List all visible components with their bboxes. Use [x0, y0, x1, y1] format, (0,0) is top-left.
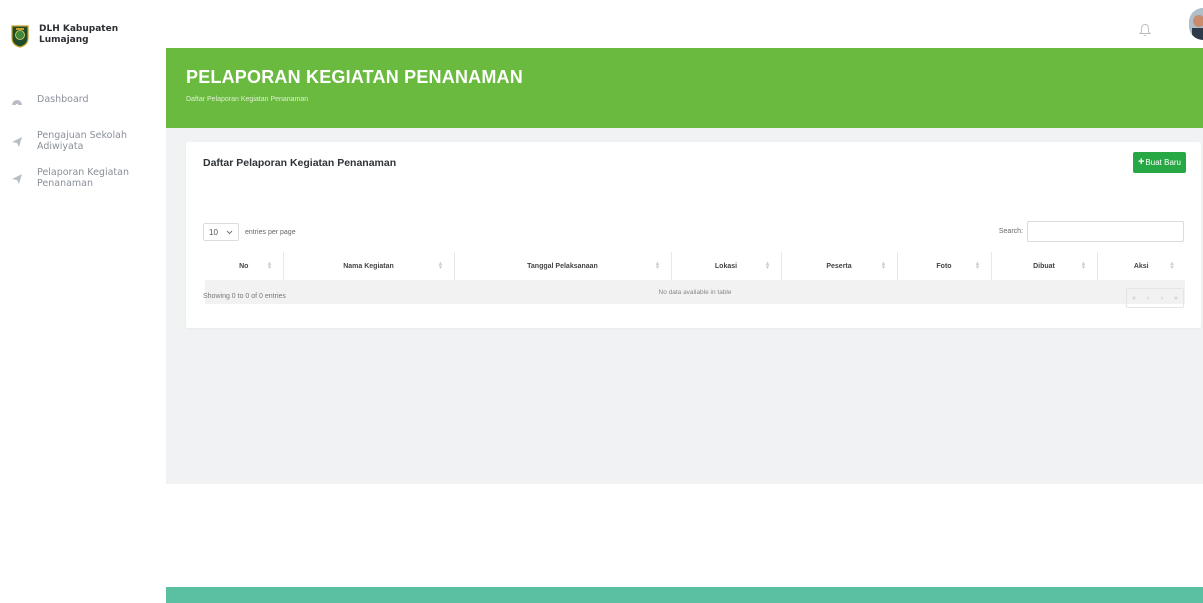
topbar: [166, 0, 1203, 48]
empty-table-message: No data available in table: [205, 280, 1185, 304]
sidebar-item-label: Pelaporan Kegiatan Penanaman: [37, 167, 129, 189]
page-length-select[interactable]: 10: [203, 223, 239, 241]
page-length-control: 10 entries per page: [203, 223, 296, 241]
bell-icon[interactable]: [1139, 23, 1151, 37]
sort-icon: ▲ ▼: [974, 261, 981, 271]
column-header-no[interactable]: No ▲ ▼: [205, 252, 284, 280]
search-input[interactable]: [1027, 221, 1184, 242]
plus-icon: +: [1137, 156, 1145, 168]
user-avatar[interactable]: [1189, 8, 1203, 40]
column-header-peserta[interactable]: Peserta ▲ ▼: [781, 252, 898, 280]
sort-icon: ▲ ▼: [437, 261, 444, 271]
sort-icon: ▲ ▼: [266, 261, 273, 271]
report-card: Daftar Pelaporan Kegiatan Penanaman +Bua…: [186, 142, 1201, 328]
first-page-button[interactable]: «: [1127, 289, 1141, 307]
page-length-value: 10: [209, 227, 218, 237]
send-icon: [12, 174, 22, 184]
table-search: Search:: [999, 221, 1184, 242]
breadcrumb: Daftar Pelaporan Kegiatan Penanaman: [186, 96, 309, 103]
sort-icon: ▲ ▼: [764, 261, 771, 271]
pagination: « ‹ › »: [1126, 288, 1184, 308]
brand-name: DLH Kabupaten Lumajang: [39, 24, 119, 45]
previous-page-button[interactable]: ‹: [1141, 289, 1155, 307]
chevron-down-icon: [226, 230, 233, 234]
table-header-row: No ▲ ▼ Nama Kegiatan ▲ ▼ Tanggal Pelaksanaan…: [205, 252, 1185, 280]
column-header-nama-kegiatan[interactable]: Nama Kegiatan ▲ ▼: [283, 252, 455, 280]
table-row: No data available in table: [205, 280, 1185, 304]
sidebar-item-label: Dashboard: [37, 94, 89, 105]
sort-icon: ▲ ▼: [1169, 261, 1175, 271]
sort-icon: ▲ ▼: [880, 261, 887, 271]
add-new-button[interactable]: +Buat Baru: [1132, 152, 1186, 173]
page-title: PELAPORAN KEGIATAN PENANAMAN: [186, 67, 523, 87]
column-header-tanggal[interactable]: Tanggal Pelaksanaan ▲ ▼: [454, 252, 672, 280]
next-page-button[interactable]: ›: [1155, 289, 1169, 307]
column-header-aksi[interactable]: Aksi ▲ ▼: [1097, 252, 1185, 280]
column-header-dibuat[interactable]: Dibuat ▲ ▼: [991, 252, 1098, 280]
send-icon: [12, 137, 22, 147]
sort-icon: ▲ ▼: [1080, 261, 1087, 271]
sidebar-item-label: Pengajuan Sekolah Adiwiyata: [37, 130, 127, 152]
column-header-lokasi[interactable]: Lokasi ▲ ▼: [671, 252, 782, 280]
sidebar-item-pelaporan[interactable]: Pelaporan Kegiatan Penanaman: [0, 167, 166, 189]
regency-crest-icon: [11, 25, 29, 48]
sort-icon: ▲ ▼: [654, 261, 661, 271]
sidebar-item-pengajuan[interactable]: Pengajuan Sekolah Adiwiyata: [0, 130, 166, 152]
search-label: Search:: [998, 228, 1023, 235]
avatar-image: [1189, 8, 1203, 40]
page-header: PELAPORAN KEGIATAN PENANAMAN Daftar Pela…: [166, 48, 1203, 128]
report-table: No ▲ ▼ Nama Kegiatan ▲ ▼ Tanggal Pelaksanaan…: [205, 252, 1185, 304]
footer: [166, 587, 1203, 603]
add-new-label: Buat Baru: [1145, 158, 1181, 167]
sidebar-nav: Dashboard Pengajuan Sekolah Adiwiyata Pe…: [0, 94, 166, 204]
table-info: Showing 0 to 0 of 0 entries: [203, 293, 286, 300]
column-header-foto[interactable]: Foto ▲ ▼: [897, 252, 992, 280]
card-title: Daftar Pelaporan Kegiatan Penanaman: [203, 157, 397, 169]
dashboard-icon: [12, 100, 22, 107]
last-page-button[interactable]: »: [1169, 289, 1183, 307]
sidebar: DLH Kabupaten Lumajang Dashboard Pengaju…: [0, 0, 166, 603]
brand[interactable]: DLH Kabupaten Lumajang: [10, 24, 134, 48]
page-length-label: entries per page: [245, 228, 296, 236]
sidebar-item-dashboard[interactable]: Dashboard: [0, 94, 166, 108]
